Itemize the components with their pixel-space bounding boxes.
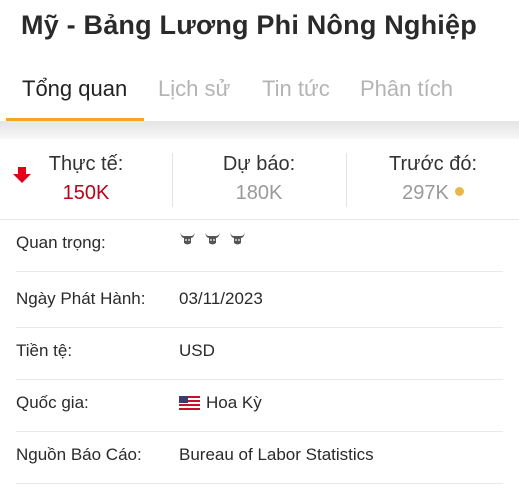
- tab-analysis[interactable]: Phân tích: [360, 76, 453, 102]
- currency-value: USD: [179, 341, 215, 360]
- source-row: Nguồn Báo Cáo: Bureau of Labor Statistic…: [16, 432, 503, 484]
- country-value: Hoa Kỳ: [206, 393, 262, 412]
- revision-dot-icon: [454, 187, 464, 197]
- tab-history[interactable]: Lịch sử: [158, 76, 230, 102]
- us-flag-icon: [179, 395, 200, 410]
- currency-row: Tiền tệ: USD: [16, 328, 503, 380]
- source-link[interactable]: Bureau of Labor Statistics: [179, 445, 374, 465]
- page-title: Mỹ - Bảng Lương Phi Nông Nghiệp: [21, 10, 477, 40]
- release-date-label: Ngày Phát Hành:: [16, 289, 146, 308]
- bull-icon: [205, 232, 220, 245]
- bull-icon: [230, 232, 245, 245]
- source-label: Nguồn Báo Cáo:: [16, 445, 142, 464]
- forecast-column: Dự báo: 180K: [173, 153, 345, 205]
- bull-icon: [180, 232, 195, 245]
- currency-label: Tiền tệ:: [16, 341, 73, 360]
- release-date-row: Ngày Phát Hành: 03/11/2023: [16, 276, 503, 328]
- previous-column: Trước đó: 297K: [347, 153, 519, 205]
- tab-bar: Tổng quan Lịch sử Tin tức Phân tích: [0, 64, 519, 122]
- country-value-wrap: Hoa Kỳ: [179, 393, 262, 413]
- importance-row: Quan trọng:: [16, 220, 503, 272]
- actual-label: Thực tế:: [48, 153, 124, 175]
- forecast-value: 180K: [235, 182, 283, 204]
- actual-value: 150K: [62, 182, 110, 204]
- tab-news[interactable]: Tin tức: [262, 76, 330, 102]
- previous-value-wrap: 297K: [347, 182, 519, 205]
- previous-label: Trước đó:: [389, 153, 477, 175]
- section-divider: [0, 121, 519, 139]
- importance-rating: [179, 230, 254, 248]
- tab-overview[interactable]: Tổng quan: [22, 76, 127, 102]
- importance-label: Quan trọng:: [16, 233, 106, 252]
- forecast-label: Dự báo:: [222, 153, 296, 175]
- country-row: Quốc gia: Hoa Kỳ: [16, 380, 503, 432]
- summary-panel: Thực tế: 150K Dự báo: 180K Trước đó: 297…: [0, 139, 519, 220]
- previous-value: 297K: [402, 182, 449, 204]
- country-label: Quốc gia:: [16, 393, 89, 412]
- actual-column: Thực tế: 150K: [0, 153, 172, 205]
- release-date-value: 03/11/2023: [179, 289, 263, 308]
